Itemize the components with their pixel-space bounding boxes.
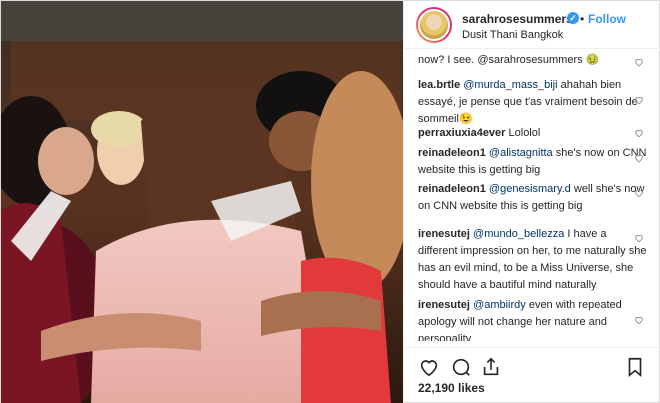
share-icon[interactable] [480,356,502,378]
comment-like-heart-icon[interactable] [634,153,644,163]
comment: reinadeleon1 @genesismary.d well she's n… [418,181,648,215]
comment-mention[interactable]: @ambiirdy [473,299,526,311]
comment-like-heart-icon[interactable] [634,128,644,138]
username[interactable]: sarahrosesummers [462,12,573,26]
comment-like-heart-icon[interactable] [634,188,644,198]
bookmark-icon[interactable] [624,356,646,378]
group-hug-photo [1,1,403,403]
comment: reinadeleon1 @alistagnitta she's now on … [418,145,648,179]
post-sidebar: sarahrosesummers ✓ • Follow Dusit Thani … [403,1,660,403]
comment-mention[interactable]: @alistagnitta [489,147,553,159]
comment-username[interactable]: reinadeleon1 [418,183,486,195]
comment: lea.brtle @murda_mass_biji ahahah bien e… [418,77,648,128]
comment-like-heart-icon[interactable] [634,95,644,105]
comment: perraxiuxia4ever Lololol [418,125,648,142]
post-header: sarahrosesummers ✓ • Follow Dusit Thani … [404,1,660,49]
comment-text: now? I see. @sarahrosesummers 🤢 [418,54,600,66]
instagram-post: sarahrosesummers ✓ • Follow Dusit Thani … [0,0,660,403]
comment: irenesutej @ambiirdy even with repeated … [418,297,648,341]
comments-list[interactable]: now? I see. @sarahrosesummers 🤢 lea.brtl… [404,50,660,341]
follow-button[interactable]: Follow [588,12,626,26]
comment-username[interactable]: lea.brtle [418,79,460,91]
avatar[interactable] [416,7,452,43]
comment-username[interactable]: irenesutej [418,228,470,240]
comment-like-heart-icon[interactable] [634,57,644,67]
action-bar [404,347,660,378]
comment: now? I see. @sarahrosesummers 🤢 [418,52,648,69]
comment-mention[interactable]: @murda_mass_biji [463,79,557,91]
comment-mention[interactable]: @mundo_bellezza [473,228,564,240]
post-photo[interactable] [1,1,403,403]
separator-dot: • [580,12,585,26]
comment-mention[interactable]: @genesismary.d [489,183,571,195]
heart-icon[interactable] [418,356,440,378]
comment-like-heart-icon[interactable] [634,233,644,243]
verified-badge-icon: ✓ [567,12,579,24]
comment-username[interactable]: perraxiuxia4ever [418,127,505,139]
comment-username[interactable]: irenesutej [418,299,470,311]
likes-count[interactable]: 22,190 likes [418,381,485,395]
comment: irenesutej @mundo_bellezza I have a diff… [418,226,648,294]
comment-like-heart-icon[interactable] [634,315,644,325]
comment-icon[interactable] [450,356,472,378]
comment-text: Lololol [505,127,541,139]
comment-username[interactable]: reinadeleon1 [418,147,486,159]
location[interactable]: Dusit Thani Bangkok [462,29,563,41]
